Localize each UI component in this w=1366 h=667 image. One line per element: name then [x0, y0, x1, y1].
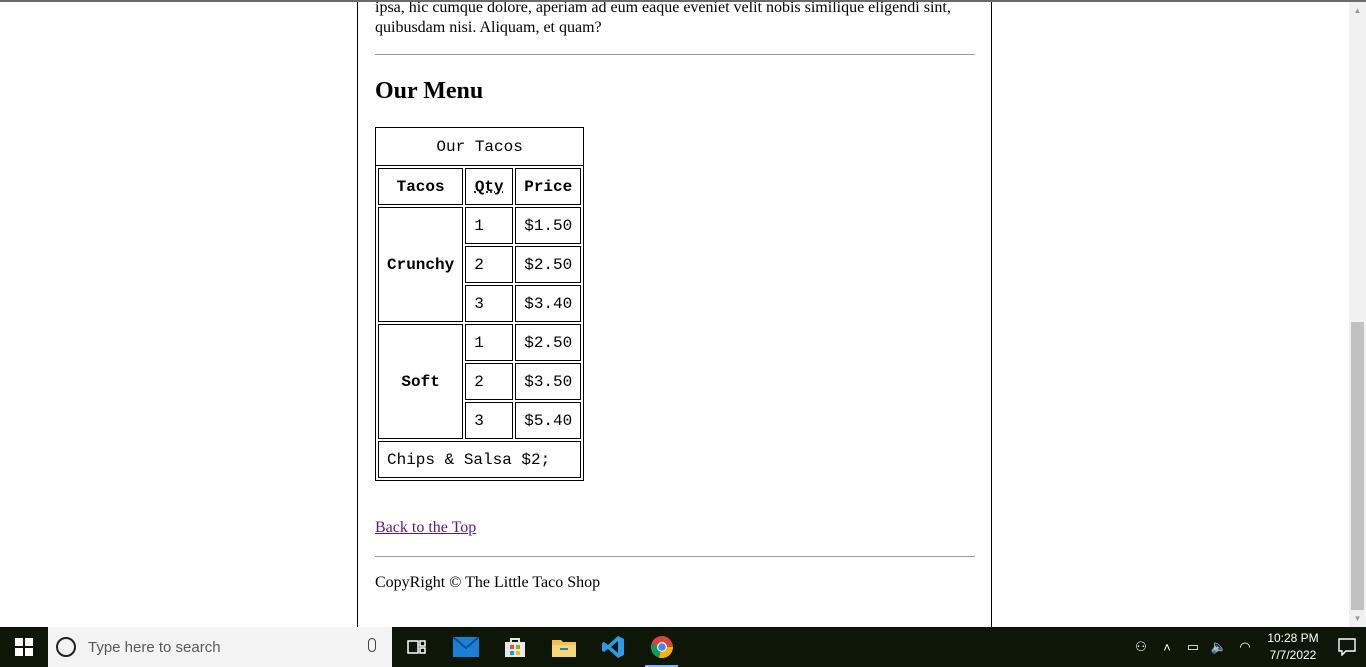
scroll-down-arrow-icon[interactable]: ▼ — [1349, 610, 1366, 627]
chevron-up-icon[interactable]: ˄ — [1154, 627, 1180, 667]
price-cell: $3.40 — [515, 285, 582, 322]
price-cell: $2.50 — [515, 324, 582, 361]
task-view-button[interactable] — [392, 627, 441, 667]
divider — [375, 54, 975, 55]
taco-type-crunchy: Crunchy — [378, 207, 464, 322]
qty-cell: 3 — [465, 285, 514, 322]
scrollbar-thumb[interactable] — [1351, 322, 1364, 610]
table-row: Crunchy 1 $1.50 — [378, 207, 582, 322]
scroll-up-arrow-icon[interactable]: ▲ — [1349, 2, 1366, 19]
taskbar-search-box[interactable]: Type here to search — [48, 627, 392, 667]
wifi-icon[interactable]: ◠ — [1232, 627, 1258, 667]
back-to-top-link[interactable]: Back to the Top — [375, 518, 476, 538]
task-view-icon — [406, 640, 426, 654]
header-qty: Qty — [465, 168, 514, 205]
system-tray: ⚇ ˄ ▭ 🔈 ◠ 10:28 PM 7/7/2022 — [1128, 627, 1366, 667]
battery-icon[interactable]: ▭ — [1180, 627, 1206, 667]
taskbar-clock[interactable]: 10:28 PM 7/7/2022 — [1264, 630, 1322, 664]
price-cell: $5.40 — [515, 402, 582, 439]
chrome-icon — [650, 636, 673, 659]
store-bag-icon — [504, 638, 525, 657]
qty-cell: 1 — [465, 324, 514, 361]
browser-viewport: ipsa, hic cumque dolore, aperiam ad eum … — [0, 2, 1349, 627]
notification-icon — [1338, 638, 1356, 656]
header-price: Price — [515, 168, 582, 205]
store-app-button[interactable] — [490, 627, 539, 667]
footer-divider — [375, 556, 975, 557]
price-cell: $1.50 — [515, 207, 582, 244]
vscode-icon — [601, 636, 624, 658]
intro-paragraph: ipsa, hic cumque dolore, aperiam ad eum … — [375, 2, 951, 36]
table-header-row: Tacos Qty Price — [378, 168, 582, 205]
volume-icon[interactable]: 🔈 — [1206, 627, 1232, 667]
chrome-button[interactable] — [637, 627, 686, 667]
qty-cell: 1 — [465, 207, 514, 244]
table-footer-row: Chips & Salsa $2; — [378, 441, 582, 478]
qty-cell: 3 — [465, 402, 514, 439]
table-row: Soft 1 $2.50 — [378, 324, 582, 439]
vscode-button[interactable] — [588, 627, 637, 667]
price-cell: $3.50 — [515, 363, 582, 400]
file-explorer-button[interactable] — [539, 627, 588, 667]
header-qty-abbr: Qty — [474, 177, 504, 196]
price-cell: $2.50 — [515, 246, 582, 283]
microphone-icon[interactable] — [368, 638, 376, 652]
header-tacos: Tacos — [378, 168, 464, 205]
clock-date: 7/7/2022 — [1269, 648, 1317, 662]
menu-heading: Our Menu — [375, 78, 484, 104]
search-placeholder: Type here to search — [88, 638, 221, 656]
start-button[interactable] — [0, 627, 48, 667]
page-container: ipsa, hic cumque dolore, aperiam ad eum … — [357, 2, 992, 627]
chips-salsa-note: Chips & Salsa $2; — [378, 441, 582, 478]
vertical-scrollbar[interactable]: ▲ ▼ — [1349, 2, 1366, 627]
notification-center-button[interactable] — [1328, 627, 1366, 667]
mail-app-button[interactable] — [441, 627, 490, 667]
copyright-text: CopyRight © The Little Taco Shop — [375, 574, 601, 591]
mail-icon — [452, 637, 479, 657]
clock-time: 10:28 PM — [1267, 631, 1319, 645]
windows-logo-icon — [15, 638, 33, 656]
qty-cell: 2 — [465, 246, 514, 283]
cortana-icon — [56, 637, 76, 657]
taco-type-soft: Soft — [378, 324, 464, 439]
people-icon[interactable]: ⚇ — [1128, 627, 1154, 667]
folder-icon — [551, 640, 576, 657]
windows-taskbar: Type here to search ⚇ ˄ ▭ 🔈 ◠ 10:28 PM 7… — [0, 627, 1366, 667]
tacos-table: Our Tacos Tacos Qty Price Crunchy 1 $1.5… — [375, 127, 585, 481]
qty-cell: 2 — [465, 363, 514, 400]
table-caption: Our Tacos — [375, 127, 585, 165]
